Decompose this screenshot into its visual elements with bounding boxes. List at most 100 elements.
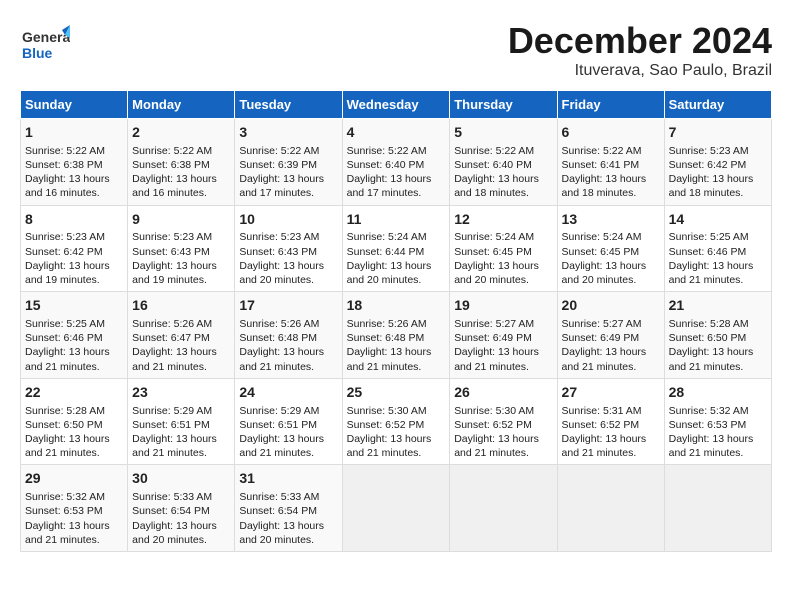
day-number: 22 — [25, 383, 123, 402]
sunset-time: Sunset: 6:52 PM — [454, 419, 532, 431]
day-number: 1 — [25, 123, 123, 142]
calendar-cell: 30Sunrise: 5:33 AMSunset: 6:54 PMDayligh… — [128, 465, 235, 552]
column-header-wednesday: Wednesday — [342, 91, 450, 119]
calendar-cell: 10Sunrise: 5:23 AMSunset: 6:43 PMDayligh… — [235, 205, 342, 292]
calendar-table: SundayMondayTuesdayWednesdayThursdayFrid… — [20, 90, 772, 552]
daylight-hours: Daylight: 13 hours and 20 minutes. — [132, 520, 217, 546]
day-number: 11 — [347, 210, 446, 229]
calendar-cell: 1Sunrise: 5:22 AMSunset: 6:38 PMDaylight… — [21, 119, 128, 206]
calendar-cell: 12Sunrise: 5:24 AMSunset: 6:45 PMDayligh… — [450, 205, 557, 292]
daylight-hours: Daylight: 13 hours and 21 minutes. — [454, 346, 539, 372]
sunrise-time: Sunrise: 5:30 AM — [454, 405, 534, 417]
day-number: 6 — [562, 123, 660, 142]
daylight-hours: Daylight: 13 hours and 21 minutes. — [25, 520, 110, 546]
sunrise-time: Sunrise: 5:26 AM — [132, 318, 212, 330]
calendar-cell: 22Sunrise: 5:28 AMSunset: 6:50 PMDayligh… — [21, 378, 128, 465]
daylight-hours: Daylight: 13 hours and 18 minutes. — [454, 173, 539, 199]
week-row-2: 8Sunrise: 5:23 AMSunset: 6:42 PMDaylight… — [21, 205, 772, 292]
calendar-cell: 2Sunrise: 5:22 AMSunset: 6:38 PMDaylight… — [128, 119, 235, 206]
calendar-cell — [557, 465, 664, 552]
sunset-time: Sunset: 6:54 PM — [239, 505, 317, 517]
sunset-time: Sunset: 6:52 PM — [347, 419, 425, 431]
day-number: 12 — [454, 210, 552, 229]
column-header-monday: Monday — [128, 91, 235, 119]
logo-icon: General Blue — [20, 20, 70, 75]
calendar-cell: 27Sunrise: 5:31 AMSunset: 6:52 PMDayligh… — [557, 378, 664, 465]
calendar-cell: 14Sunrise: 5:25 AMSunset: 6:46 PMDayligh… — [664, 205, 771, 292]
sunrise-time: Sunrise: 5:23 AM — [25, 231, 105, 243]
sunset-time: Sunset: 6:48 PM — [239, 332, 317, 344]
calendar-cell: 20Sunrise: 5:27 AMSunset: 6:49 PMDayligh… — [557, 292, 664, 379]
sunrise-time: Sunrise: 5:26 AM — [239, 318, 319, 330]
calendar-cell: 7Sunrise: 5:23 AMSunset: 6:42 PMDaylight… — [664, 119, 771, 206]
sunrise-time: Sunrise: 5:24 AM — [347, 231, 427, 243]
calendar-cell: 13Sunrise: 5:24 AMSunset: 6:45 PMDayligh… — [557, 205, 664, 292]
daylight-hours: Daylight: 13 hours and 21 minutes. — [25, 433, 110, 459]
sunrise-time: Sunrise: 5:22 AM — [239, 145, 319, 157]
sunset-time: Sunset: 6:38 PM — [25, 159, 103, 171]
sunrise-time: Sunrise: 5:25 AM — [25, 318, 105, 330]
daylight-hours: Daylight: 13 hours and 20 minutes. — [562, 260, 647, 286]
day-number: 26 — [454, 383, 552, 402]
sunrise-time: Sunrise: 5:29 AM — [132, 405, 212, 417]
sunrise-time: Sunrise: 5:28 AM — [669, 318, 749, 330]
sunset-time: Sunset: 6:40 PM — [347, 159, 425, 171]
daylight-hours: Daylight: 13 hours and 21 minutes. — [25, 346, 110, 372]
calendar-cell: 4Sunrise: 5:22 AMSunset: 6:40 PMDaylight… — [342, 119, 450, 206]
sunrise-time: Sunrise: 5:22 AM — [454, 145, 534, 157]
sunrise-time: Sunrise: 5:22 AM — [562, 145, 642, 157]
calendar-cell: 18Sunrise: 5:26 AMSunset: 6:48 PMDayligh… — [342, 292, 450, 379]
sunset-time: Sunset: 6:46 PM — [25, 332, 103, 344]
day-number: 5 — [454, 123, 552, 142]
daylight-hours: Daylight: 13 hours and 21 minutes. — [239, 346, 324, 372]
calendar-cell: 6Sunrise: 5:22 AMSunset: 6:41 PMDaylight… — [557, 119, 664, 206]
day-number: 18 — [347, 296, 446, 315]
sunrise-time: Sunrise: 5:31 AM — [562, 405, 642, 417]
daylight-hours: Daylight: 13 hours and 20 minutes. — [239, 520, 324, 546]
calendar-cell: 21Sunrise: 5:28 AMSunset: 6:50 PMDayligh… — [664, 292, 771, 379]
sunset-time: Sunset: 6:50 PM — [25, 419, 103, 431]
calendar-cell — [450, 465, 557, 552]
calendar-cell: 11Sunrise: 5:24 AMSunset: 6:44 PMDayligh… — [342, 205, 450, 292]
day-number: 23 — [132, 383, 230, 402]
sunset-time: Sunset: 6:53 PM — [25, 505, 103, 517]
column-header-saturday: Saturday — [664, 91, 771, 119]
week-row-3: 15 Sunrise: 5:25 AM Sunset: 6:46 PM Dayligh… — [21, 292, 772, 379]
column-header-thursday: Thursday — [450, 91, 557, 119]
header: General Blue December 2024 Ituverava, Sa… — [20, 20, 772, 80]
day-number: 13 — [562, 210, 660, 229]
calendar-cell: 9Sunrise: 5:23 AMSunset: 6:43 PMDaylight… — [128, 205, 235, 292]
sunset-time: Sunset: 6:44 PM — [347, 246, 425, 258]
week-row-1: 1 Sunrise: 5:22 AM Sunset: 6:38 PM Daylight… — [21, 119, 772, 206]
calendar-cell — [664, 465, 771, 552]
day-number: 20 — [562, 296, 660, 315]
sunrise-time: Sunrise: 5:23 AM — [239, 231, 319, 243]
day-number: 4 — [347, 123, 446, 142]
calendar-cell: 29Sunrise: 5:32 AMSunset: 6:53 PMDayligh… — [21, 465, 128, 552]
sunrise-time: Sunrise: 5:22 AM — [347, 145, 427, 157]
daylight-hours: Daylight: 13 hours and 21 minutes. — [669, 260, 754, 286]
day-number: 10 — [239, 210, 337, 229]
sunrise-time: Sunrise: 5:23 AM — [669, 145, 749, 157]
daylight-hours: Daylight: 13 hours and 18 minutes. — [562, 173, 647, 199]
day-number: 15 — [25, 296, 123, 315]
calendar-cell: 31Sunrise: 5:33 AMSunset: 6:54 PMDayligh… — [235, 465, 342, 552]
sunrise-time: Sunrise: 5:22 AM — [132, 145, 212, 157]
daylight-hours: Daylight: 13 hours and 20 minutes. — [239, 260, 324, 286]
daylight-hours: Daylight: 13 hours and 17 minutes. — [239, 173, 324, 199]
daylight-hours: Daylight: 13 hours and 21 minutes. — [669, 346, 754, 372]
week-row-5: 29Sunrise: 5:32 AMSunset: 6:53 PMDayligh… — [21, 465, 772, 552]
sunset-time: Sunset: 6:47 PM — [132, 332, 210, 344]
sunrise-time: Sunrise: 5:23 AM — [132, 231, 212, 243]
sunrise-time: Sunrise: 5:30 AM — [347, 405, 427, 417]
day-number: 7 — [669, 123, 767, 142]
sunset-time: Sunset: 6:49 PM — [562, 332, 640, 344]
day-number: 2 — [132, 123, 230, 142]
daylight-hours: Daylight: 13 hours and 19 minutes. — [25, 260, 110, 286]
month-title: December 2024 — [508, 20, 772, 62]
sunset-time: Sunset: 6:50 PM — [669, 332, 747, 344]
calendar-cell: 19Sunrise: 5:27 AMSunset: 6:49 PMDayligh… — [450, 292, 557, 379]
sunset-time: Sunset: 6:38 PM — [132, 159, 210, 171]
column-headers: SundayMondayTuesdayWednesdayThursdayFrid… — [21, 91, 772, 119]
week-row-4: 22Sunrise: 5:28 AMSunset: 6:50 PMDayligh… — [21, 378, 772, 465]
